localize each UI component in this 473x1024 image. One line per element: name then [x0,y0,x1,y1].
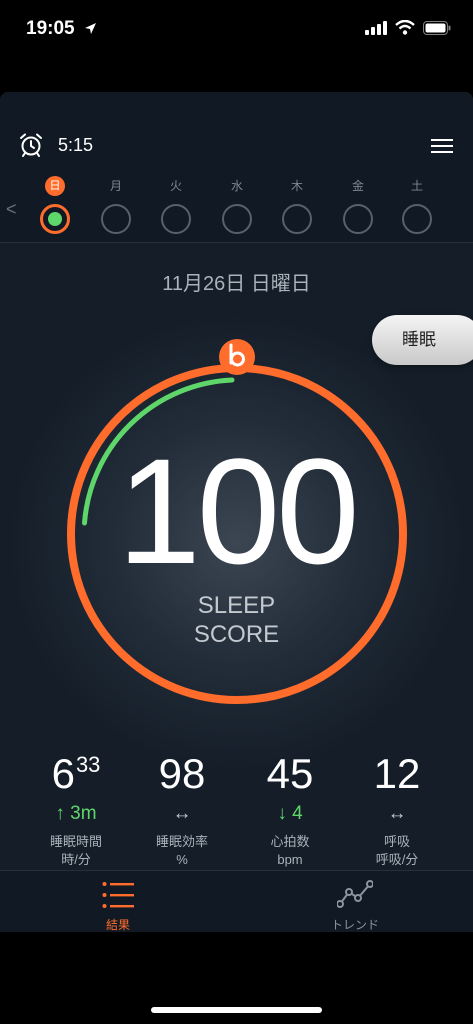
day-label: 日 [45,176,65,196]
menu-icon[interactable] [431,138,453,154]
tab-trends[interactable]: トレンド [237,871,473,932]
stat-label: 呼吸 呼吸/分 [375,834,419,867]
day-monday[interactable]: 月 [99,176,133,234]
stat-sleep-time[interactable]: 633 ↑ 3m 睡眠時間 時/分 [21,750,131,869]
stat-label: 睡眠効率% [155,834,208,867]
alarm-clock-icon[interactable] [18,132,44,158]
stat-sleep-efficiency[interactable]: 98 ↔ 睡眠効率% [127,750,237,869]
stat-value: 633 [51,750,101,797]
location-arrow-icon [85,23,96,34]
day-circle-selected [40,204,70,234]
day-label: 土 [410,179,423,193]
day-thursday[interactable]: 木 [280,176,314,234]
header-bar: 5:15 < 日 月 火 水 木 金 土 [0,92,473,243]
day-wednesday[interactable]: 水 [220,176,254,234]
wifi-icon [395,20,415,35]
app-panel: 5:15 < 日 月 火 水 木 金 土 11月26日 日曜日 睡眠 100 S… [0,92,473,932]
stats-row: 633 ↑ 3m 睡眠時間 時/分 98 ↔ 睡眠効率% 45 ↓ 4 心拍数 bp… [0,750,473,870]
alarm-time[interactable]: 5:15 [58,135,93,156]
sleep-score-label: SLEEP SCORE [0,591,473,649]
day-circle [343,204,373,234]
tab-trends-label: トレンド [330,918,379,932]
stat-change: ↔ [387,803,407,824]
stat-value: 98 [158,750,206,797]
tab-bar: 結果 トレンド [0,870,473,932]
beddit-logo-icon [219,339,255,375]
stat-breathing[interactable]: 12 ↔ 呼吸 呼吸/分 [342,750,452,869]
sleep-score-value: 100 [117,427,359,595]
stat-value: 12 [373,750,421,797]
status-icons [365,20,451,35]
battery-icon [423,20,451,35]
day-circle [161,204,191,234]
stat-label: 心拍数 bpm [270,834,310,867]
sleep-tab-button[interactable]: 睡眠 [372,315,473,365]
day-circle [101,204,131,234]
day-sunday[interactable]: 日 [38,176,72,234]
stat-label: 睡眠時間 時/分 [49,834,102,867]
stat-change: ↔ [172,803,192,824]
list-icon [102,882,134,908]
stat-value: 45 [266,750,314,797]
day-label: 月 [109,179,122,193]
day-circle [282,204,312,234]
tab-results[interactable]: 結果 [0,871,236,932]
signal-icon [365,20,387,35]
score-label-line2: SCORE [193,621,280,648]
day-label: 金 [351,179,364,193]
stat-change: ↓ 4 [277,803,303,824]
stat-change: ↑ 3m [55,803,97,824]
day-friday[interactable]: 金 [341,176,375,234]
day-label: 火 [169,179,182,193]
status-time: 19:05 [26,18,75,39]
tab-results-label: 結果 [105,918,130,932]
trend-chart-icon [337,880,373,908]
home-indicator[interactable] [151,1007,322,1013]
day-label: 木 [290,179,303,193]
week-back-button[interactable]: < [6,199,17,220]
day-tuesday[interactable]: 火 [159,176,193,234]
day-circle [402,204,432,234]
day-circle [222,204,252,234]
day-label: 水 [230,179,243,193]
day-saturday[interactable]: 土 [400,176,434,234]
stat-heart-rate[interactable]: 45 ↓ 4 心拍数 bpm [235,750,345,869]
score-label-line1: SLEEP [197,592,276,619]
status-bar: 19:05 [0,0,473,60]
